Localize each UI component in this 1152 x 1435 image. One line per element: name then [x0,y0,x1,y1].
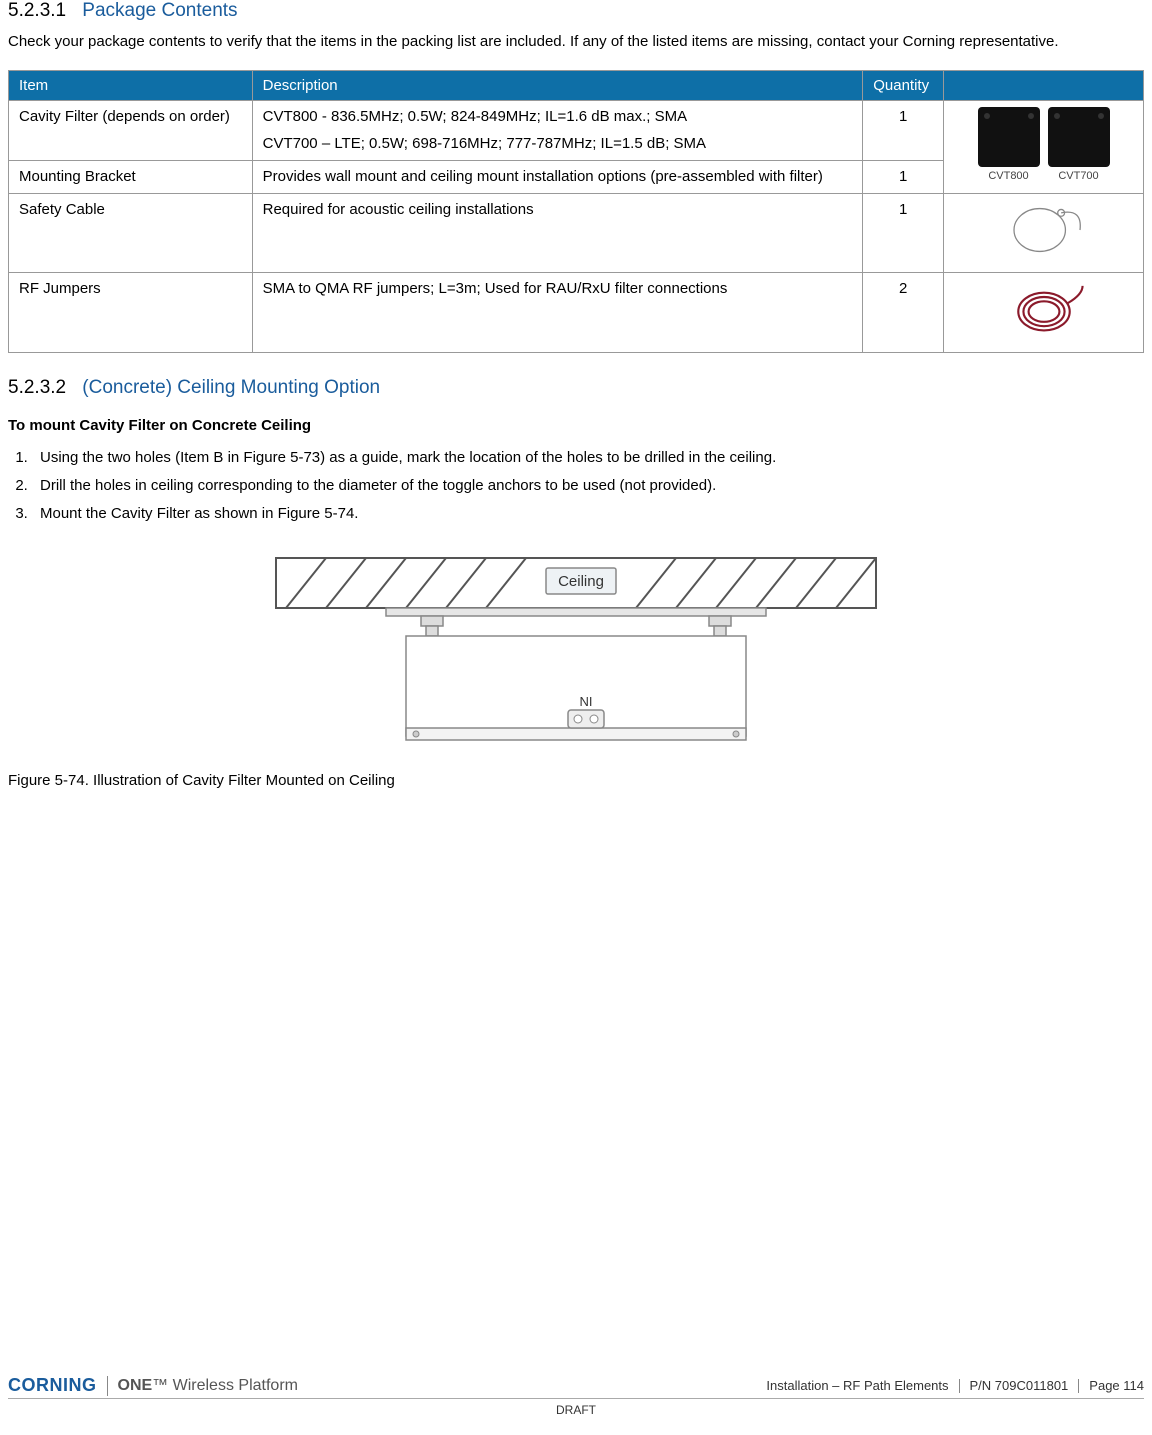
list-item: Drill the holes in ceiling corresponding… [32,476,1144,496]
cell-desc-line: CVT800 - 836.5MHz; 0.5W; 824-849MHz; IL=… [263,107,853,127]
section-number: 5.2.3.1 [8,0,66,21]
cell-quantity: 1 [863,101,944,161]
cell-image: CVT800 CVT700 [944,101,1144,194]
footer-pn: P/N 709C011801 [970,1378,1069,1393]
cell-item: Mounting Bracket [9,160,253,193]
table-row: Safety Cable Required for acoustic ceili… [9,194,1144,273]
cell-quantity: 1 [863,194,944,273]
cell-quantity: 2 [863,273,944,352]
cell-item: Safety Cable [9,194,253,273]
col-item: Item [9,71,253,101]
cell-description: Required for acoustic ceiling installati… [252,194,863,273]
cell-quantity: 1 [863,160,944,193]
safety-cable-icon [999,200,1089,260]
cavity-filter-image: CVT800 CVT700 [954,107,1133,184]
device-cvt800: CVT800 [978,107,1040,184]
section-title: (Concrete) Ceiling Mounting Option [82,377,380,398]
col-image [944,71,1144,101]
rf-jumper-icon [999,279,1089,339]
divider-icon [107,1376,108,1396]
page-footer: CORNING ONE™ Wireless Platform Installat… [0,1375,1152,1417]
cell-image [944,194,1144,273]
device-box-icon [978,107,1040,167]
section-number: 5.2.3.2 [8,377,66,398]
corning-logo: CORNING [8,1375,97,1396]
cell-item: Cavity Filter (depends on order) [9,101,253,161]
mount-subheading: To mount Cavity Filter on Concrete Ceili… [8,417,1144,434]
cell-item: RF Jumpers [9,273,253,352]
col-description: Description [252,71,863,101]
list-item: Mount the Cavity Filter as shown in Figu… [32,504,1144,524]
section-header-ceiling-mount: 5.2.3.2 (Concrete) Ceiling Mounting Opti… [8,377,1144,399]
separator-icon [959,1379,960,1393]
ceiling-mount-illustration: Ceiling NI [256,548,896,758]
footer-bar: CORNING ONE™ Wireless Platform Installat… [8,1375,1144,1399]
table-row: RF Jumpers SMA to QMA RF jumpers; L=3m; … [9,273,1144,352]
cell-description: Provides wall mount and ceiling mount in… [252,160,863,193]
cell-desc-line: CVT700 – LTE; 0.5W; 698-716MHz; 777-787M… [263,134,853,154]
cell-image [944,273,1144,352]
device-label: CVT700 [1058,169,1098,184]
intro-paragraph: Check your package contents to verify th… [8,32,1144,52]
cell-description: CVT800 - 836.5MHz; 0.5W; 824-849MHz; IL=… [252,101,863,161]
table-row: Cavity Filter (depends on order) CVT800 … [9,101,1144,161]
section-title: Package Contents [82,0,237,21]
device-cvt700: CVT700 [1048,107,1110,184]
figure-5-74: Ceiling NI [8,548,1144,762]
one-logo-suffix: ™ Wireless Platform [152,1377,298,1394]
draft-label: DRAFT [8,1403,1144,1417]
col-quantity: Quantity [863,71,944,101]
mount-steps-list: Using the two holes (Item B in Figure 5-… [32,448,1144,525]
figure-caption: Figure 5-74. Illustration of Cavity Filt… [8,772,1144,789]
ni-label: NI [580,694,593,709]
table-header-row: Item Description Quantity [9,71,1144,101]
ceiling-label: Ceiling [558,573,604,590]
separator-icon [1078,1379,1079,1393]
cell-description: SMA to QMA RF jumpers; L=3m; Used for RA… [252,273,863,352]
footer-left: CORNING ONE™ Wireless Platform [8,1375,298,1396]
package-contents-table: Item Description Quantity Cavity Filter … [8,70,1144,352]
list-item: Using the two holes (Item B in Figure 5-… [32,448,1144,468]
device-box-icon [1048,107,1110,167]
device-label: CVT800 [988,169,1028,184]
one-logo-bold: ONE [118,1377,153,1394]
one-wireless-logo: ONE™ Wireless Platform [118,1377,298,1395]
footer-section: Installation – RF Path Elements [766,1378,948,1393]
footer-right: Installation – RF Path Elements P/N 709C… [766,1378,1144,1393]
section-header-package-contents: 5.2.3.1 Package Contents [8,0,1144,22]
footer-page: Page 114 [1089,1378,1144,1393]
